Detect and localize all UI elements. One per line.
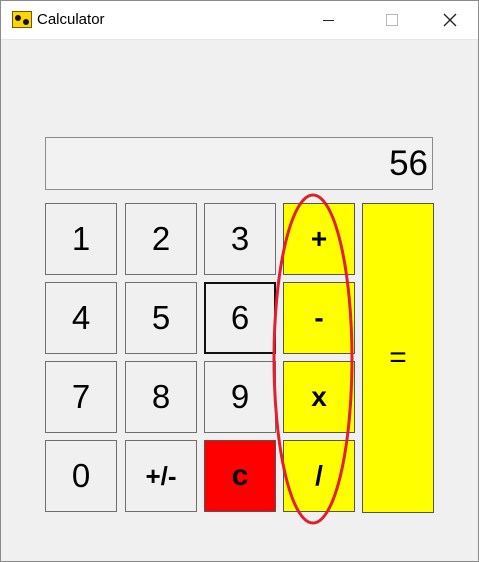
multiply-button[interactable]: x [283, 361, 355, 433]
key-1[interactable]: 1 [45, 203, 117, 275]
display-value: 56 [389, 144, 428, 183]
close-icon [443, 13, 457, 27]
minimize-icon [323, 20, 334, 21]
key-2[interactable]: 2 [125, 203, 197, 275]
divide-button[interactable]: / [283, 440, 355, 512]
add-button[interactable]: + [283, 203, 355, 275]
key-5[interactable]: 5 [125, 282, 197, 354]
key-7[interactable]: 7 [45, 361, 117, 433]
equals-button[interactable]: = [362, 203, 434, 513]
clear-button[interactable]: c [204, 440, 276, 512]
maximize-icon [386, 14, 398, 26]
window-title: Calculator [37, 11, 105, 28]
key-4[interactable]: 4 [45, 282, 117, 354]
minimize-button[interactable] [299, 1, 355, 39]
calculator-app-icon [12, 11, 32, 28]
key-3[interactable]: 3 [204, 203, 276, 275]
key-8[interactable]: 8 [125, 361, 197, 433]
maximize-button[interactable] [363, 1, 419, 39]
subtract-button[interactable]: - [283, 282, 355, 354]
calculator-window: Calculator 56 1 2 3 + 4 5 6 - 7 8 9 x 0 … [0, 0, 479, 562]
key-0[interactable]: 0 [45, 440, 117, 512]
negate-button[interactable]: +/- [125, 440, 197, 512]
title-bar[interactable]: Calculator [1, 1, 478, 40]
result-display: 56 [45, 137, 433, 190]
close-button[interactable] [422, 1, 478, 39]
key-6[interactable]: 6 [204, 282, 276, 354]
key-9[interactable]: 9 [204, 361, 276, 433]
